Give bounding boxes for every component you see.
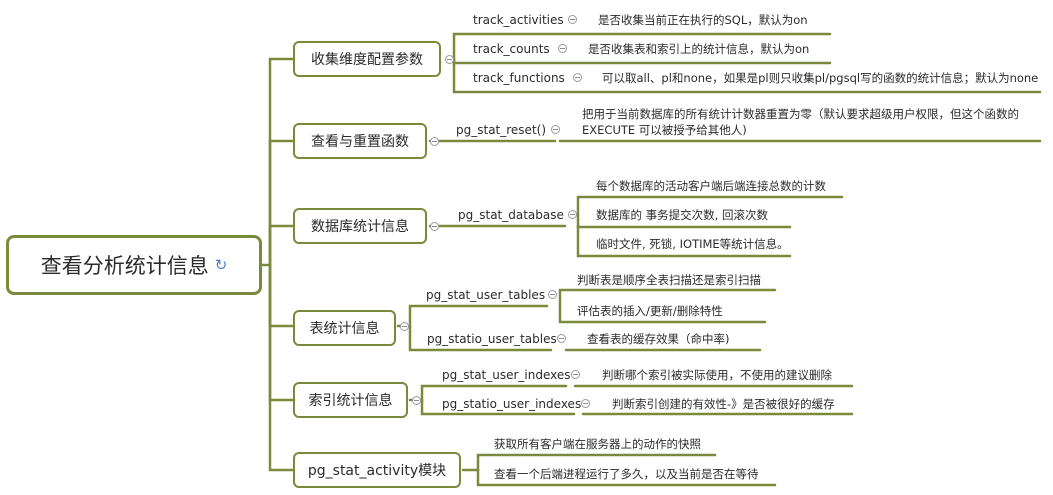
- connector-b3-d2: [576, 224, 792, 229]
- collapse-icon[interactable]: [571, 370, 580, 379]
- collapse-icon[interactable]: [551, 125, 560, 134]
- collapse-icon[interactable]: [412, 396, 421, 405]
- database-desc: 每个数据库的活动客户端后端连接总数的计数: [596, 179, 826, 193]
- collapse-icon[interactable]: [573, 73, 582, 82]
- collapse-icon[interactable]: [581, 399, 590, 408]
- activity-desc: 查看一个后端进程运行了多久，以及当前是否在等待: [494, 467, 759, 481]
- branch-index-stats[interactable]: 索引统计信息: [293, 382, 408, 418]
- branch-label: pg_stat_activity模块: [307, 463, 447, 479]
- param-desc: 是否收集表和索引上的统计信息，默认为on: [588, 42, 810, 56]
- param-track-counts[interactable]: track_counts: [473, 41, 550, 57]
- collapse-icon[interactable]: [557, 334, 566, 343]
- view-pg-statio-user-tables[interactable]: pg_statio_user_tables: [427, 331, 557, 347]
- connector-root-b3: [268, 224, 295, 267]
- index-desc: 判断哪个索引被实际使用，不使用的建议删除: [602, 368, 832, 382]
- param-track-functions[interactable]: track_functions: [473, 70, 565, 86]
- connector-root-b5: [268, 263, 295, 402]
- collapse-icon[interactable]: [445, 55, 454, 64]
- view-pg-stat-database[interactable]: pg_stat_database: [458, 207, 564, 223]
- index-desc: 判断索引创建的有效性-》是否被很好的缓存: [612, 397, 835, 411]
- collapse-icon[interactable]: [558, 44, 567, 53]
- collapse-icon[interactable]: [568, 210, 577, 219]
- reset-desc-line2: EXECUTE 可以被授予给其他人): [582, 123, 747, 137]
- branch-label: 查看与重置函数: [311, 134, 409, 150]
- branch-collect-params[interactable]: 收集维度配置参数: [293, 41, 441, 77]
- root-node[interactable]: 查看分析统计信息 ↻: [6, 235, 262, 295]
- branch-label: 数据库统计信息: [311, 219, 409, 235]
- link-icon[interactable]: ↻: [215, 256, 228, 274]
- connector-b4-user-tables: [396, 304, 549, 328]
- branch-label: 收集维度配置参数: [311, 52, 423, 68]
- branch-activity-module[interactable]: pg_stat_activity模块: [293, 452, 461, 488]
- view-pg-stat-user-indexes[interactable]: pg_stat_user_indexes: [442, 367, 571, 383]
- collapse-icon[interactable]: [430, 222, 439, 231]
- connector-root-b2: [268, 139, 295, 267]
- connector-root-b6: [268, 263, 295, 472]
- table-desc: 判断表是顺序全表扫描还是索引扫描: [577, 273, 761, 287]
- param-desc: 是否收集当前正在执行的SQL，默认为on: [598, 13, 808, 27]
- branch-label: 索引统计信息: [308, 393, 393, 409]
- connector-b1-track-counts: [452, 57, 832, 65]
- function-pg-stat-reset[interactable]: pg_stat_reset(): [456, 122, 546, 138]
- branch-label: 表统计信息: [309, 321, 380, 337]
- database-desc: 临时文件, 死锁, IOTIME等统计信息。: [596, 237, 789, 251]
- branch-database-stats[interactable]: 数据库统计信息: [293, 208, 427, 244]
- table-desc: 查看表的缓存效果（命中率): [587, 332, 730, 346]
- view-pg-stat-user-tables[interactable]: pg_stat_user_tables: [426, 287, 545, 303]
- collapse-icon[interactable]: [430, 137, 439, 146]
- branch-table-stats[interactable]: 表统计信息: [293, 310, 396, 346]
- param-track-activities[interactable]: track_activities: [473, 12, 564, 28]
- branch-reset-functions[interactable]: 查看与重置函数: [293, 123, 427, 159]
- root-title: 查看分析统计信息: [40, 254, 209, 278]
- connector-root-b4: [268, 263, 295, 328]
- connector-root-b1: [260, 57, 295, 267]
- reset-desc-line1: 把用于当前数据库的所有统计计数器重置为零（默认要求超级用户权限，但这个函数的: [582, 107, 1019, 121]
- collapse-icon[interactable]: [568, 15, 577, 24]
- collapse-icon[interactable]: [548, 290, 557, 299]
- collapse-icon[interactable]: [400, 322, 409, 331]
- table-desc: 评估表的插入/更新/删除特性: [577, 304, 723, 318]
- view-pg-statio-user-indexes[interactable]: pg_statio_user_indexes: [442, 396, 581, 412]
- param-desc: 可以取all、pl和none，如果是pl则只收集pl/pgsql写的函数的统计信…: [602, 71, 1039, 85]
- activity-desc: 获取所有客户端在服务器上的动作的快照: [494, 437, 701, 451]
- database-desc: 数据库的 事务提交次数, 回滚次数: [596, 208, 768, 222]
